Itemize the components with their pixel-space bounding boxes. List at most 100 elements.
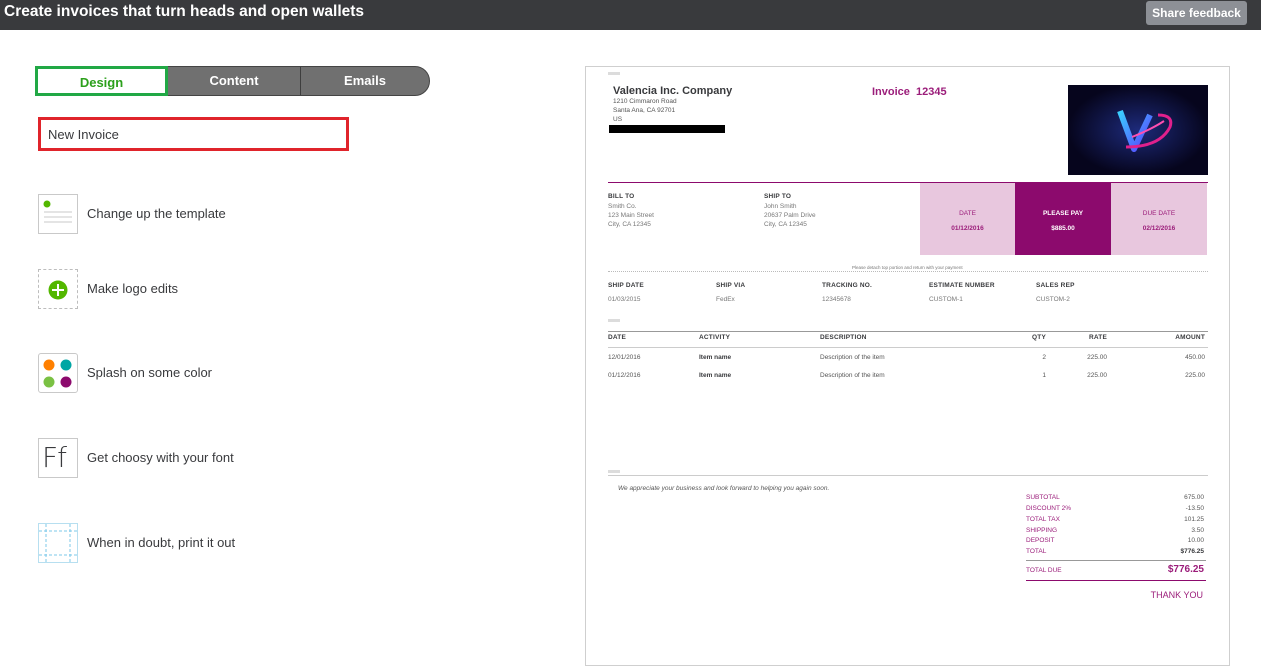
estimate-value: CUSTOM-1 <box>929 296 963 303</box>
tax-value: 101.25 <box>1184 516 1204 523</box>
bill-to-line1: Smith Co. <box>608 203 637 210</box>
bill-to-heading: BILL TO <box>608 193 635 200</box>
tab-emails[interactable]: Emails <box>301 67 429 95</box>
tax-label: TOTAL TAX <box>1026 516 1060 523</box>
share-feedback-button[interactable]: Share feedback <box>1146 1 1247 25</box>
detach-line <box>608 271 1208 272</box>
company-name: Valencia Inc. Company <box>613 85 733 97</box>
please-pay-value: $885.00 <box>1051 225 1075 232</box>
total-due-label: TOTAL DUE <box>1026 567 1062 574</box>
due-date-label: DUE DATE <box>1142 210 1176 217</box>
row-description: Description of the item <box>820 354 885 361</box>
col-activity: ACTIVITY <box>699 334 731 341</box>
template-name-input[interactable] <box>48 125 338 143</box>
table-top-border <box>608 331 1208 332</box>
total-due-value: $776.25 <box>1167 564 1204 575</box>
date-value: 01/12/2016 <box>951 225 984 232</box>
tab-bar: Content Emails Design <box>35 66 430 96</box>
redacted-bar <box>609 125 725 133</box>
due-date-value: 02/12/2016 <box>1142 225 1176 232</box>
thank-you: THANK YOU <box>1150 590 1203 600</box>
discount-label: DISCOUNT 2% <box>1026 505 1072 512</box>
footer-message: We appreciate your business and look for… <box>618 485 830 492</box>
total-due-underline <box>1026 580 1206 581</box>
font-icon-glyph: Ff <box>42 441 67 474</box>
due-date-box: DUE DATE 02/12/2016 <box>1111 183 1207 255</box>
row-date: 12/01/2016 <box>608 354 641 361</box>
table-header-border <box>608 347 1208 348</box>
row-rate: 225.00 <box>1087 372 1107 379</box>
section-handle[interactable] <box>608 319 620 322</box>
total-label: TOTAL <box>1026 548 1047 555</box>
col-amount: AMOUNT <box>1175 334 1205 341</box>
date-label: DATE <box>959 210 976 217</box>
row-amount: 450.00 <box>1185 354 1205 361</box>
section-handle[interactable] <box>608 72 620 75</box>
sales-rep-value: CUSTOM-2 <box>1036 296 1070 303</box>
ship-date-value: 01/03/2015 <box>608 296 641 303</box>
total-divider <box>1026 560 1206 561</box>
print-margins-icon <box>38 523 78 563</box>
ship-to-heading: SHIP TO <box>764 193 792 200</box>
menu-label-color: Splash on some color <box>87 365 213 380</box>
row-description: Description of the item <box>820 372 885 379</box>
company-logo[interactable] <box>1068 85 1208 175</box>
ship-to-line3: City, CA 12345 <box>764 221 807 228</box>
estimate-heading: ESTIMATE NUMBER <box>929 282 995 289</box>
menu-item-font[interactable]: Ff Get choosy with your font <box>38 438 318 480</box>
tab-content[interactable]: Content <box>168 67 301 95</box>
invoice-label: Invoice <box>872 86 910 98</box>
col-rate: RATE <box>1088 334 1107 341</box>
table-bottom-border <box>608 475 1208 476</box>
template-name-field[interactable] <box>38 117 349 151</box>
menu-label-font: Get choosy with your font <box>87 450 234 465</box>
ship-to-line1: John Smith <box>764 203 797 210</box>
menu-item-color[interactable]: Splash on some color <box>38 353 318 395</box>
row-amount: 225.00 <box>1185 372 1205 379</box>
col-description: DESCRIPTION <box>820 334 867 341</box>
please-pay-label: PLEASE PAY <box>1042 210 1084 217</box>
menu-item-print[interactable]: When in doubt, print it out <box>38 523 318 565</box>
subtotal-label: SUBTOTAL <box>1026 494 1060 501</box>
ship-date-heading: SHIP DATE <box>608 282 644 289</box>
bill-to-line2: 123 Main Street <box>608 212 654 219</box>
invoice-title: Invoice 12345 <box>872 86 947 98</box>
date-box: DATE 01/12/2016 <box>920 183 1015 255</box>
section-handle[interactable] <box>608 470 620 473</box>
font-icon: Ff <box>38 438 78 478</box>
logo-plus-icon <box>38 269 78 309</box>
menu-label-logo: Make logo edits <box>87 281 179 296</box>
detach-note: Please detach top portion and return wit… <box>852 265 963 270</box>
subtotal-value: 675.00 <box>1184 494 1204 501</box>
tracking-heading: TRACKING NO. <box>822 282 873 289</box>
row-activity: Item name <box>699 372 732 379</box>
ship-via-value: FedEx <box>716 296 735 303</box>
row-rate: 225.00 <box>1087 354 1107 361</box>
bill-to-line3: City, CA 12345 <box>608 221 651 228</box>
deposit-label: DEPOSIT <box>1026 537 1055 544</box>
col-date: DATE <box>608 334 627 341</box>
invoice-number: 12345 <box>915 86 947 98</box>
shipping-label: SHIPPING <box>1026 527 1058 534</box>
menu-item-logo[interactable]: Make logo edits <box>38 269 318 311</box>
menu-item-template[interactable]: Change up the template <box>38 194 318 236</box>
row-qty: 1 <box>1042 372 1046 379</box>
discount-value: -13.50 <box>1185 505 1204 512</box>
company-address2: Santa Ana, CA 92701 <box>613 107 676 114</box>
tracking-value: 12345678 <box>822 296 851 303</box>
sales-rep-heading: SALES REP <box>1036 282 1075 289</box>
top-bar: Create invoices that turn heads and open… <box>0 0 1261 30</box>
tab-design[interactable]: Design <box>35 66 168 96</box>
please-pay-box: PLEASE PAY $885.00 <box>1015 183 1111 255</box>
shipping-value: 3.50 <box>1191 527 1204 534</box>
color-palette-icon <box>38 353 78 393</box>
total-value: $776.25 <box>1180 548 1205 555</box>
ship-via-heading: SHIP VIA <box>716 282 746 289</box>
col-qty: QTY <box>1032 334 1046 341</box>
company-country: US <box>613 116 623 123</box>
company-address1: 1210 Cimmaron Road <box>613 98 677 105</box>
ship-to-line2: 20637 Palm Drive <box>764 212 816 219</box>
template-icon <box>38 194 78 234</box>
deposit-value: 10.00 <box>1187 537 1204 544</box>
row-qty: 2 <box>1042 354 1046 361</box>
